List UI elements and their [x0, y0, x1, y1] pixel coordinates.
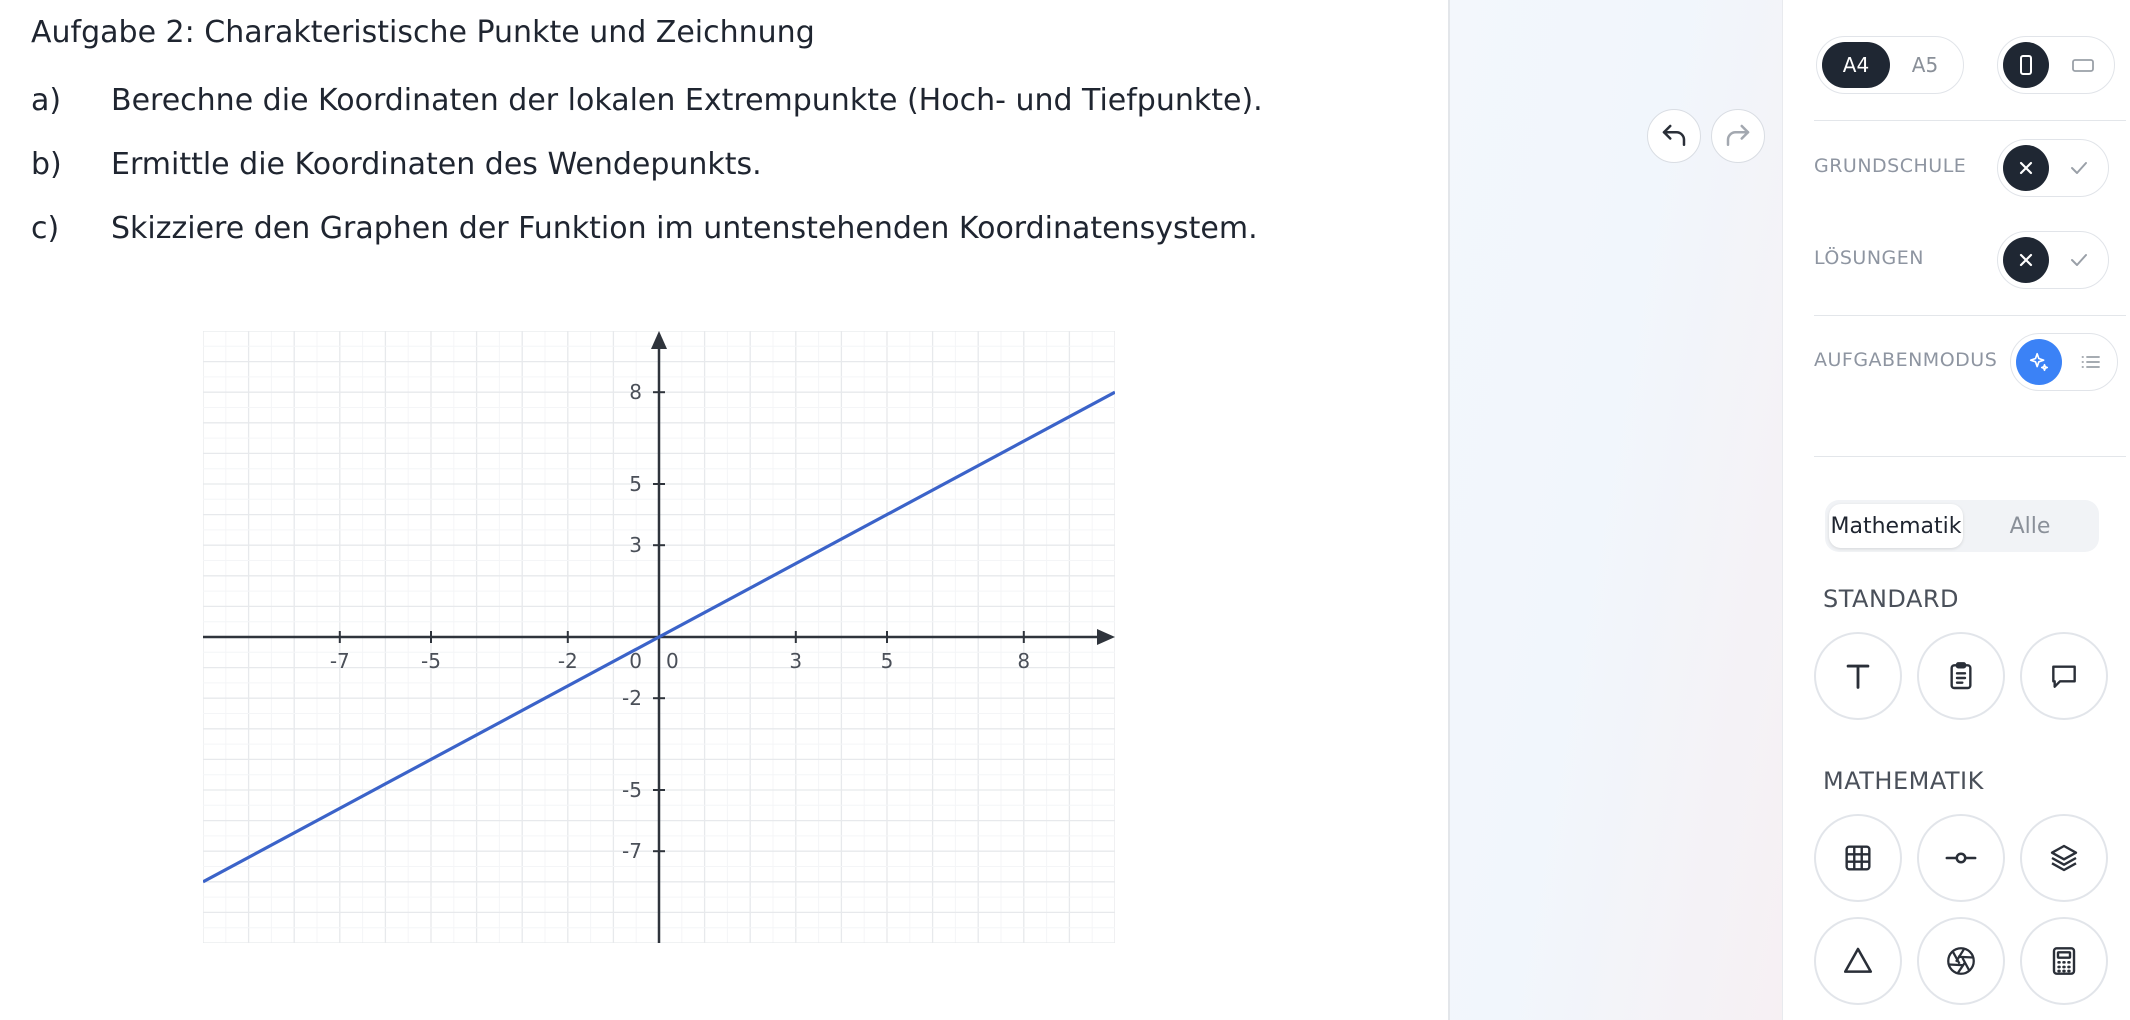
x-tick-label: 0 [666, 649, 679, 673]
layers-icon [2050, 844, 2078, 872]
grid-table-icon [1845, 845, 1871, 871]
paper-size-a5[interactable]: A5 [1892, 42, 1958, 88]
grundschule-on[interactable] [2056, 145, 2102, 191]
paper-size-toggle: A4 A5 [1816, 36, 1964, 94]
y-tick-label: 8 [629, 380, 642, 404]
sparkle-icon [2029, 352, 2049, 372]
task-label: c) [31, 211, 60, 246]
x-tick-label: -5 [421, 649, 441, 673]
x-axis-arrow [1097, 629, 1115, 645]
divider [1814, 120, 2126, 121]
x-tick-label: -2 [558, 649, 578, 673]
grundschule-toggle [1997, 139, 2109, 197]
tab-alle[interactable]: Alle [1965, 504, 2095, 548]
y-tick-label: -5 [622, 778, 642, 802]
landscape-icon [2072, 59, 2094, 72]
settings-panel: A4 A5 GRUNDSCHULE LÖSUNGEN AUFGABENMODUS [1782, 0, 2130, 1020]
subject-tabs: Mathematik Alle [1825, 500, 2099, 552]
chart-svg: -7 -5 -2 0 3 5 88530-2-5-7 [203, 331, 1115, 943]
task-text: Ermittle die Koordinaten des Wendepunkts… [111, 147, 762, 182]
close-icon [2019, 161, 2033, 175]
loesungen-toggle [1997, 231, 2109, 289]
aufgabenmodus-label: AUFGABENMODUS [1814, 349, 1998, 371]
list-icon [2081, 356, 2100, 368]
paper-size-a4[interactable]: A4 [1822, 42, 1890, 88]
x-tick-label: 5 [881, 649, 894, 673]
aufgabenmodus-list[interactable] [2069, 339, 2113, 385]
orientation-landscape[interactable] [2060, 42, 2106, 88]
aufgabenmodus-ai[interactable] [2016, 339, 2062, 385]
clipboard-icon [1950, 662, 1972, 690]
x-tick-label: 8 [1017, 649, 1030, 673]
divider [1814, 315, 2126, 316]
clipboard-tool-button[interactable] [1917, 632, 2005, 720]
y-axis-arrow [651, 331, 667, 349]
triangle-icon [1843, 947, 1873, 973]
task-b: b) Ermittle die Koordinaten des Wendepunk… [31, 147, 762, 183]
aufgabenmodus-toggle [2010, 333, 2118, 391]
divider [1814, 456, 2126, 457]
grundschule-label: GRUNDSCHULE [1814, 155, 1967, 177]
loesungen-off[interactable] [2003, 237, 2049, 283]
table-tool-button[interactable] [1814, 814, 1902, 902]
orientation-toggle [1997, 36, 2115, 94]
number-line-tool-button[interactable] [1917, 814, 2005, 902]
loesungen-label: LÖSUNGEN [1814, 247, 1924, 269]
standard-heading: STANDARD [1823, 585, 1960, 613]
speech-bubble-icon [2052, 665, 2076, 688]
task-a: a) Berechne die Koordinaten der lokalen E… [31, 83, 1263, 119]
grundschule-off[interactable] [2003, 145, 2049, 191]
mathematik-heading: MATHEMATIK [1823, 767, 1984, 795]
calculator-tool-button[interactable] [2020, 917, 2108, 1005]
x-tick-label: -7 [330, 649, 350, 673]
tab-mathematik[interactable]: Mathematik [1829, 504, 1963, 548]
layers-tool-button[interactable] [2020, 814, 2108, 902]
task-text: Berechne die Koordinaten der lokalen Ext… [111, 83, 1263, 118]
comment-tool-button[interactable] [2020, 632, 2108, 720]
text-icon [1846, 664, 1870, 689]
close-icon [2019, 253, 2033, 267]
geometry-tool-button[interactable] [1814, 917, 1902, 1005]
task-text: Skizziere den Graphen der Funktion im un… [111, 211, 1258, 246]
task-title: Aufgabe 2: Charakteristische Punkte und … [31, 15, 815, 50]
worksheet-page: Aufgabe 2: Charakteristische Punkte und … [0, 0, 1448, 1020]
task-label: b) [31, 147, 62, 182]
check-icon [2071, 254, 2087, 266]
y-tick-label: 5 [629, 472, 642, 496]
canvas-area [1448, 0, 1784, 1020]
y-tick-label: 3 [629, 533, 642, 557]
text-tool-button[interactable] [1814, 632, 1902, 720]
redo-button[interactable] [1711, 109, 1765, 163]
aperture-tool-button[interactable] [1917, 917, 2005, 1005]
redo-arrow-icon [1726, 124, 1750, 146]
undo-button[interactable] [1647, 109, 1701, 163]
undo-arrow-icon [1662, 124, 1686, 146]
task-label: a) [31, 83, 62, 118]
y-tick-label: -2 [622, 686, 642, 710]
calculator-icon [2052, 947, 2076, 975]
task-c: c) Skizziere den Graphen der Funktion im … [31, 211, 1258, 247]
x-tick-label: 3 [789, 649, 802, 673]
number-line-icon [1945, 852, 1977, 864]
check-icon [2071, 162, 2087, 174]
y-tick-label: -7 [622, 839, 642, 863]
orientation-portrait[interactable] [2003, 42, 2049, 88]
aperture-icon [1947, 947, 1975, 975]
coordinate-system-chart[interactable]: -7 -5 -2 0 3 5 8 8 5 3 0 -2 -5 -7 [203, 331, 1115, 943]
portrait-icon [2020, 55, 2032, 75]
loesungen-on[interactable] [2056, 237, 2102, 283]
